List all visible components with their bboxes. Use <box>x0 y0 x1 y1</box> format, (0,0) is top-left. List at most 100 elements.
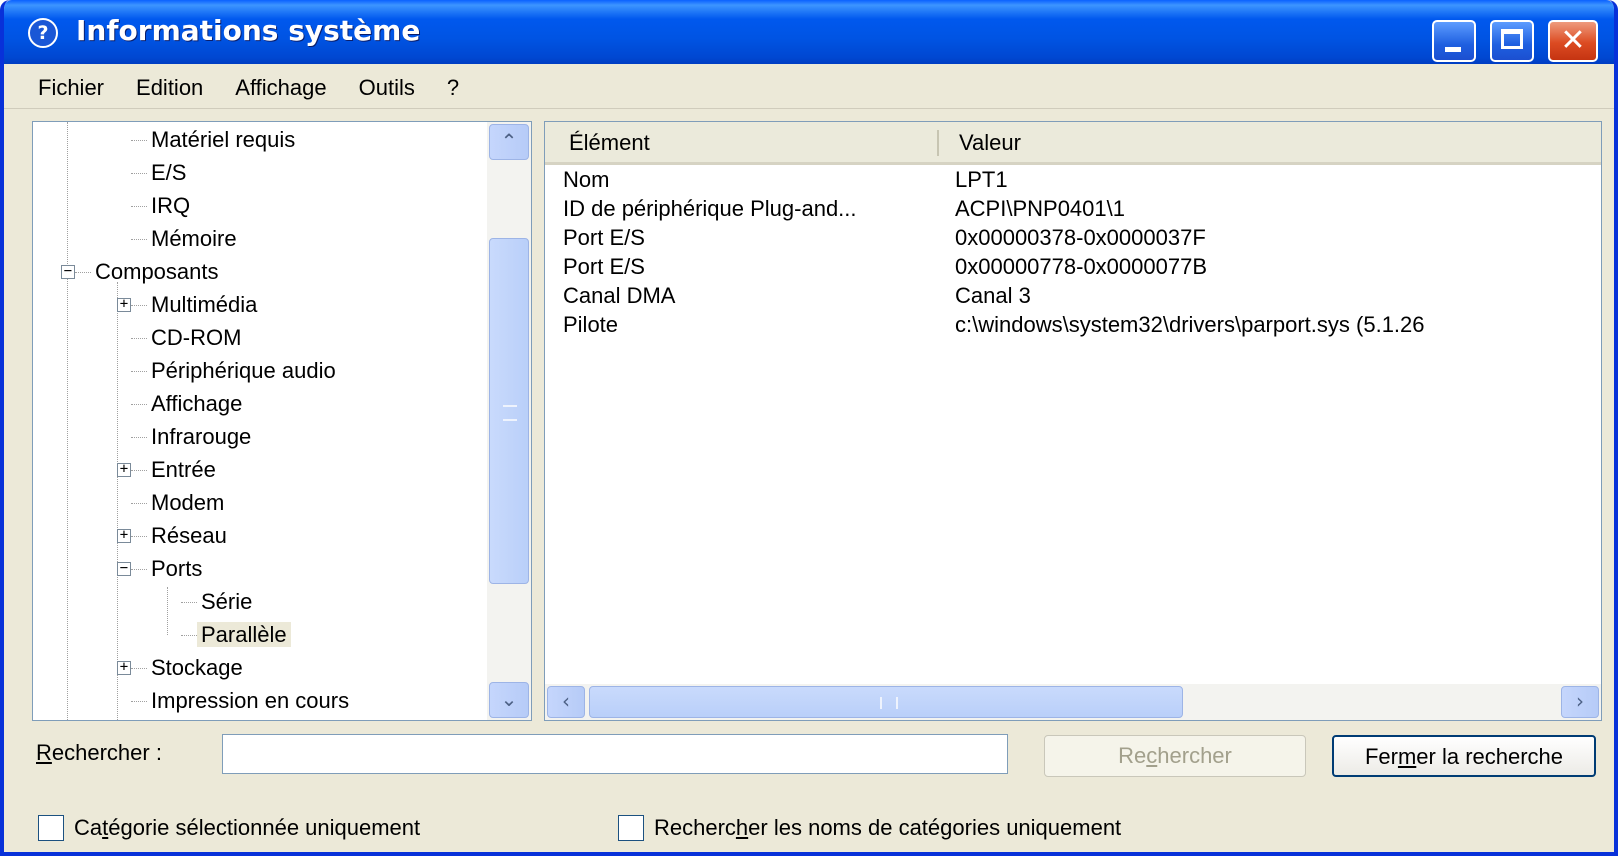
menu-help[interactable]: ? <box>447 75 459 101</box>
row-element: ID de périphérique Plug-and... <box>563 196 857 221</box>
search-button[interactable]: Rechercher <box>1044 735 1306 777</box>
tree-connector <box>131 404 147 405</box>
menu-affichage[interactable]: Affichage <box>235 75 326 101</box>
close-icon: ✕ <box>1560 23 1586 58</box>
close-button[interactable]: ✕ <box>1548 20 1598 62</box>
tree-item[interactable]: Mémoire <box>147 223 241 255</box>
tree-item[interactable]: IRQ <box>147 190 194 222</box>
tree-connector <box>181 602 197 603</box>
list-header: Élément Valeur <box>545 122 1601 165</box>
tree-item-label: Série <box>201 589 253 614</box>
tree-connector <box>131 338 147 339</box>
row-value: 0x00000378-0x0000037F <box>955 225 1206 250</box>
tree-item-label: Infrarouge <box>151 424 252 449</box>
tree-item-label: IRQ <box>151 193 191 218</box>
tree-item[interactable]: Ports <box>147 553 206 585</box>
tree-item-label: Parallèle <box>197 622 291 647</box>
tree-item[interactable]: Impression en cours <box>147 685 353 717</box>
row-element: Pilote <box>563 312 619 337</box>
title-bar[interactable]: ? Informations système ✕ <box>4 0 1614 64</box>
tree-item[interactable]: Modem <box>147 487 228 519</box>
scroll-up-button[interactable]: ⌃ <box>489 124 529 160</box>
column-divider[interactable] <box>937 130 939 156</box>
tree-connector <box>131 140 147 141</box>
tree-connector <box>75 272 91 273</box>
tree-connector <box>131 701 147 702</box>
tree-item-label: Mémoire <box>151 226 237 251</box>
column-element[interactable]: Élément <box>569 122 650 162</box>
tree-item[interactable]: Matériel requis <box>147 124 299 156</box>
minimize-button[interactable] <box>1432 20 1476 62</box>
checkbox-box[interactable] <box>38 815 64 841</box>
tree-connector <box>131 173 147 174</box>
list-row[interactable]: Canal DMA Canal 3 <box>545 281 1601 310</box>
menu-outils[interactable]: Outils <box>359 75 415 101</box>
tree-connector <box>131 668 147 669</box>
row-element: Port E/S <box>563 225 645 250</box>
tree-item[interactable]: Composants <box>91 256 223 288</box>
expand-icon[interactable]: + <box>117 660 131 675</box>
collapse-icon[interactable]: − <box>61 264 75 279</box>
expand-icon[interactable]: + <box>117 528 131 543</box>
tree-item[interactable]: Parallèle <box>197 619 291 651</box>
tree-item-label: Impression en cours <box>151 688 350 713</box>
maximize-button[interactable] <box>1490 20 1534 62</box>
tree-item[interactable]: Périphérique audio <box>147 355 340 387</box>
scroll-down-button[interactable]: ⌄ <box>489 682 529 718</box>
tree-item[interactable]: Infrarouge <box>147 421 255 453</box>
checkbox-box[interactable] <box>618 815 644 841</box>
list-row[interactable]: Port E/S 0x00000378-0x0000037F <box>545 223 1601 252</box>
row-element: Canal DMA <box>563 283 676 308</box>
tree-connector <box>131 239 147 240</box>
scroll-right-button[interactable]: › <box>1561 686 1599 718</box>
tree-item[interactable]: E/S <box>147 157 190 189</box>
tree-item[interactable]: CD-ROM <box>147 322 245 354</box>
list-row[interactable]: ID de périphérique Plug-and... ACPI\PNP04… <box>545 194 1601 223</box>
close-search-button[interactable]: Fermer la recherche <box>1332 735 1596 777</box>
row-element: Port E/S <box>563 254 645 279</box>
row-value: LPT1 <box>955 167 1008 192</box>
tree-item-label: Stockage <box>151 655 243 680</box>
collapse-icon[interactable]: − <box>117 561 131 576</box>
list-row[interactable]: Port E/S 0x00000778-0x0000077B <box>545 252 1601 281</box>
scroll-left-button[interactable]: ‹ <box>547 686 585 718</box>
tree-item-label: E/S <box>151 160 187 185</box>
tree-item[interactable]: Réseau <box>147 520 231 552</box>
row-value: 0x00000778-0x0000077B <box>955 254 1208 279</box>
details-list[interactable]: Élément Valeur Nom LPT1 ID de périphérique… <box>544 121 1602 721</box>
selected-category-only-checkbox[interactable]: Ca t égorie sélectionnée uniquement <box>38 812 420 844</box>
category-tree[interactable]: Matériel requis E/S IRQ Mémoire Composants − M… <box>32 121 532 721</box>
maximize-icon <box>1501 29 1523 49</box>
expand-icon[interactable]: + <box>117 297 131 312</box>
search-label: Rechercher : <box>36 740 162 765</box>
tree-guide-line <box>117 282 118 720</box>
menu-edition[interactable]: Edition <box>136 75 203 101</box>
tree-item[interactable]: Affichage <box>147 388 246 420</box>
tree-item[interactable]: Série <box>197 586 256 618</box>
tree-item[interactable]: Entrée <box>147 454 220 486</box>
expand-icon[interactable]: + <box>117 462 131 477</box>
tree-item-label: Composants <box>95 259 219 284</box>
tree-connector <box>131 371 147 372</box>
search-category-names-only-checkbox[interactable]: Recherc h er les noms de catégories unique… <box>618 812 1121 844</box>
tree-connector <box>131 437 147 438</box>
tree-item[interactable]: Stockage <box>147 652 247 684</box>
list-row[interactable]: Nom LPT1 <box>545 165 1601 194</box>
scroll-thumb[interactable] <box>489 238 529 584</box>
grip-icon <box>880 697 898 709</box>
search-input[interactable] <box>222 734 1008 774</box>
list-horizontal-scrollbar[interactable]: ‹ › <box>545 684 1601 720</box>
tree-connector <box>181 635 197 636</box>
scroll-thumb[interactable] <box>589 686 1183 718</box>
tree-guide-line <box>67 122 68 720</box>
tree-item-label: CD-ROM <box>151 325 242 350</box>
tree-item[interactable]: Multimédia <box>147 289 261 321</box>
row-value: ACPI\PNP0401\1 <box>955 196 1125 221</box>
tree-item-label: Réseau <box>151 523 227 548</box>
grip-icon <box>503 405 517 421</box>
column-value[interactable]: Valeur <box>959 122 1021 162</box>
tree-vertical-scrollbar[interactable]: ⌃ ⌄ <box>487 122 531 720</box>
tree-item-label: Affichage <box>151 391 243 416</box>
menu-fichier[interactable]: Fichier <box>38 75 104 101</box>
list-row[interactable]: Pilote c:\windows\system32\drivers\parpor… <box>545 310 1601 339</box>
